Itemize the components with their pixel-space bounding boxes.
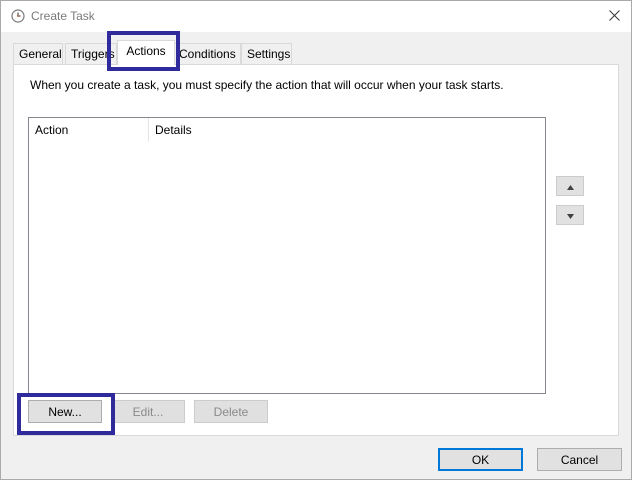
tab-conditions[interactable]: Conditions [173,43,241,64]
window-title: Create Task [31,9,95,23]
close-button[interactable] [597,1,631,32]
actions-list[interactable]: Action Details [28,117,546,394]
column-header-details[interactable]: Details [149,118,545,142]
ok-button[interactable]: OK [438,448,523,471]
actions-description: When you create a task, you must specify… [30,78,504,92]
title-bar: Create Task [1,1,631,32]
tab-triggers[interactable]: Triggers [65,43,117,64]
tab-settings[interactable]: Settings [241,43,292,64]
create-task-dialog: Create Task General Triggers Actions Con… [0,0,632,480]
move-up-button[interactable] [556,176,584,196]
arrow-up-icon [566,179,574,193]
edit-action-button[interactable]: Edit... [111,400,185,423]
column-header-action[interactable]: Action [29,118,149,142]
new-action-button[interactable]: New... [28,400,102,423]
cancel-button[interactable]: Cancel [537,448,622,471]
arrow-down-icon [566,208,574,222]
delete-action-button[interactable]: Delete [194,400,268,423]
tab-actions[interactable]: Actions [117,40,175,65]
clock-icon [11,9,25,23]
move-down-button[interactable] [556,205,584,225]
close-icon [608,9,620,24]
tab-general[interactable]: General [13,43,63,64]
